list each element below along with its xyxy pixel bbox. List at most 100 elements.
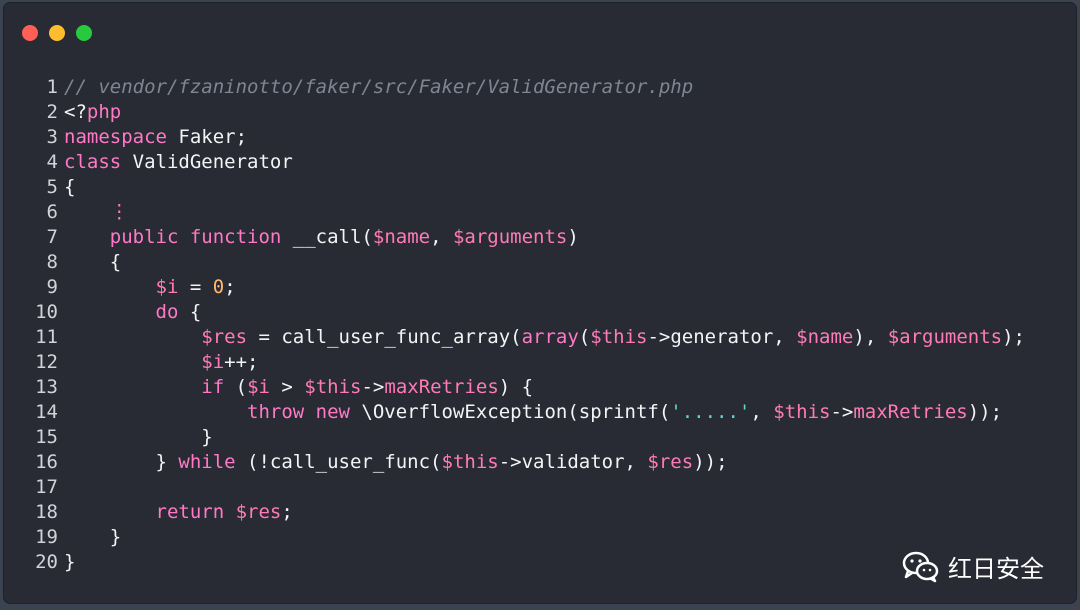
code-token: ->generator,: [647, 326, 797, 348]
code-token: $name: [372, 226, 431, 248]
code-token: if: [201, 376, 225, 398]
minimize-button[interactable]: [49, 25, 65, 41]
code-text: {: [64, 175, 75, 200]
code-line: 7 public function __call($name, $argumen…: [28, 225, 1025, 250]
code-token: $this: [773, 401, 831, 423]
code-text: public function __call($name, $arguments…: [64, 225, 579, 250]
code-line: 3 namespace Faker;: [28, 125, 1025, 150]
maximize-button[interactable]: [76, 25, 92, 41]
line-number: 14: [35, 401, 58, 423]
code-text: return $res;: [64, 500, 293, 525]
code-token: {: [178, 301, 202, 323]
code-text: ⋮: [64, 200, 129, 225]
code-token: $this: [304, 376, 362, 398]
code-line: 14 throw new \OverflowException(sprintf(…: [28, 400, 1025, 425]
line-number: 18: [35, 501, 58, 523]
line-number: 15: [35, 426, 58, 448]
code-token: ->: [830, 401, 854, 423]
code-token: }: [64, 526, 122, 548]
code-token: '.....': [670, 401, 751, 423]
code-text: $i++;: [64, 350, 258, 375]
code-block: 1 // vendor/fzaninotto/faker/src/Faker/Va…: [28, 75, 1025, 575]
code-token: $this: [441, 451, 499, 473]
close-button[interactable]: [22, 25, 38, 41]
code-line: 17: [28, 475, 1025, 500]
code-text: <?php: [64, 100, 121, 125]
code-token: <?: [64, 101, 87, 123]
code-token: while: [178, 451, 236, 473]
code-token: = call_user_func_array(: [247, 326, 522, 348]
code-token: ) {: [498, 376, 534, 398]
code-text: do {: [64, 300, 202, 325]
code-line: 8 {: [28, 250, 1025, 275]
code-token: 0: [212, 276, 225, 298]
code-token: // vendor/fzaninotto/faker/src/Faker/Val…: [64, 76, 694, 98]
code-token: ⋮: [109, 201, 129, 223]
code-text: if ($i > $this->maxRetries) {: [64, 375, 533, 400]
code-token: $arguments: [887, 326, 1003, 348]
code-token: );: [1002, 326, 1025, 348]
watermark: 红日安全: [902, 549, 1044, 584]
code-token: $name: [796, 326, 854, 348]
code-text: throw new \OverflowException(sprintf('..…: [64, 400, 1002, 425]
code-line: 6 ⋮: [28, 200, 1025, 225]
line-number: 16: [35, 451, 58, 473]
line-number: 20: [35, 551, 58, 573]
code-token: maxRetries: [384, 376, 499, 398]
line-number: 10: [35, 301, 58, 323]
code-line: 15 }: [28, 425, 1025, 450]
code-token: Faker;: [166, 126, 248, 148]
code-line: 4 class ValidGenerator: [28, 150, 1025, 175]
code-text: }: [64, 525, 121, 550]
code-token: namespace: [64, 126, 167, 148]
code-line: 20}: [28, 550, 1025, 575]
line-number: 19: [35, 526, 58, 548]
code-token: ->: [361, 376, 385, 398]
code-token: (: [578, 326, 591, 348]
code-token: ;: [224, 276, 236, 298]
code-token: __call(: [281, 226, 373, 248]
line-number: 3: [46, 126, 58, 148]
code-token: ,: [430, 226, 453, 248]
code-text: namespace Faker;: [64, 125, 247, 150]
code-token: {: [64, 176, 76, 198]
line-number: 4: [46, 151, 58, 173]
line-number: 2: [46, 101, 58, 123]
code-line: 19 }: [28, 525, 1025, 550]
code-token: >: [269, 376, 305, 398]
code-text: }: [64, 425, 213, 450]
code-token: $res: [201, 326, 248, 348]
code-token: {: [64, 251, 122, 273]
watermark-text: 红日安全: [948, 555, 1044, 583]
code-token: }: [64, 426, 213, 448]
code-line: 11 $res = call_user_func_array(array($th…: [28, 325, 1025, 350]
code-token: $i: [155, 276, 179, 298]
code-token: }: [64, 451, 179, 473]
line-number: 12: [35, 351, 58, 373]
code-line: 9 $i = 0;: [28, 275, 1025, 300]
code-token: $this: [590, 326, 648, 348]
code-line: 10 do {: [28, 300, 1025, 325]
code-token: $arguments: [452, 226, 568, 248]
line-number: 6: [46, 201, 58, 223]
wechat-icon: [902, 551, 939, 582]
code-text: {: [64, 250, 121, 275]
code-token: }: [64, 551, 76, 573]
line-number: 1: [46, 76, 58, 98]
code-text: $i = 0;: [64, 275, 236, 300]
code-token: public function: [109, 226, 282, 248]
code-token: class: [64, 151, 122, 173]
code-text: } while (!call_user_func($this->validato…: [64, 450, 728, 475]
code-line: 5{: [28, 175, 1025, 200]
code-token: $i: [247, 376, 270, 398]
window-controls: [22, 25, 92, 41]
code-window: 1 // vendor/fzaninotto/faker/src/Faker/Va…: [4, 3, 1076, 603]
code-token: ));: [967, 401, 1003, 423]
